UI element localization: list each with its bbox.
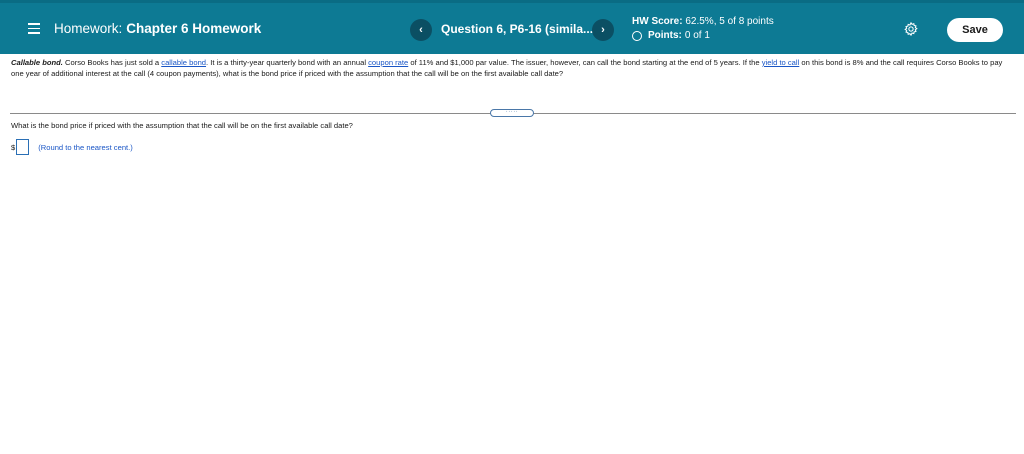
points-status: Points: 0 of 1: [632, 30, 710, 41]
question-prompt: What is the bond price if priced with th…: [11, 121, 353, 130]
hw-score-value: 62.5%, 5 of 8 points: [685, 16, 774, 27]
previous-question-button[interactable]: ‹: [410, 19, 432, 41]
problem-statement: Callable bond. Corso Books has just sold…: [11, 58, 1011, 79]
homework-label: Homework:: [54, 21, 123, 36]
next-question-button[interactable]: ›: [592, 19, 614, 41]
chevron-right-icon: ›: [601, 23, 605, 36]
yield-to-call-link[interactable]: yield to call: [762, 58, 800, 67]
points-label: Points:: [648, 30, 682, 41]
circle-icon: [632, 30, 642, 41]
gear-icon[interactable]: [903, 21, 919, 37]
problem-text-2: . It is a thirty-year quarterly bond wit…: [206, 58, 369, 67]
top-bar: Homework: Chapter 6 Homework ‹ Question 6…: [0, 0, 1024, 54]
answer-row: $ (Round to the nearest cent.): [11, 139, 133, 155]
question-title[interactable]: Question 6, P6-16 (simila...: [441, 22, 593, 36]
chapter-name: Chapter 6 Homework: [126, 21, 262, 36]
hw-score: HW Score: 62.5%, 5 of 8 points: [632, 16, 774, 27]
problem-text-3: of 11% and $1,000 par value. The issuer,…: [408, 58, 762, 67]
chevron-left-icon: ‹: [419, 23, 423, 36]
coupon-rate-link[interactable]: coupon rate: [368, 58, 408, 67]
points-value: 0 of 1: [684, 30, 710, 41]
save-button[interactable]: Save: [947, 18, 1003, 42]
problem-text-1: Corso Books has just sold a: [62, 58, 162, 67]
currency-symbol: $: [11, 142, 16, 152]
answer-input[interactable]: [16, 139, 30, 155]
hw-score-label: HW Score:: [632, 16, 683, 27]
callable-bond-link[interactable]: callable bond: [161, 58, 206, 67]
rounding-hint: (Round to the nearest cent.): [38, 142, 133, 152]
more-dots-icon[interactable]: ·····: [490, 109, 534, 117]
menu-icon[interactable]: [28, 23, 40, 34]
homework-title[interactable]: Homework: Chapter 6 Homework: [54, 21, 261, 36]
problem-lead: Callable bond.: [11, 58, 63, 67]
